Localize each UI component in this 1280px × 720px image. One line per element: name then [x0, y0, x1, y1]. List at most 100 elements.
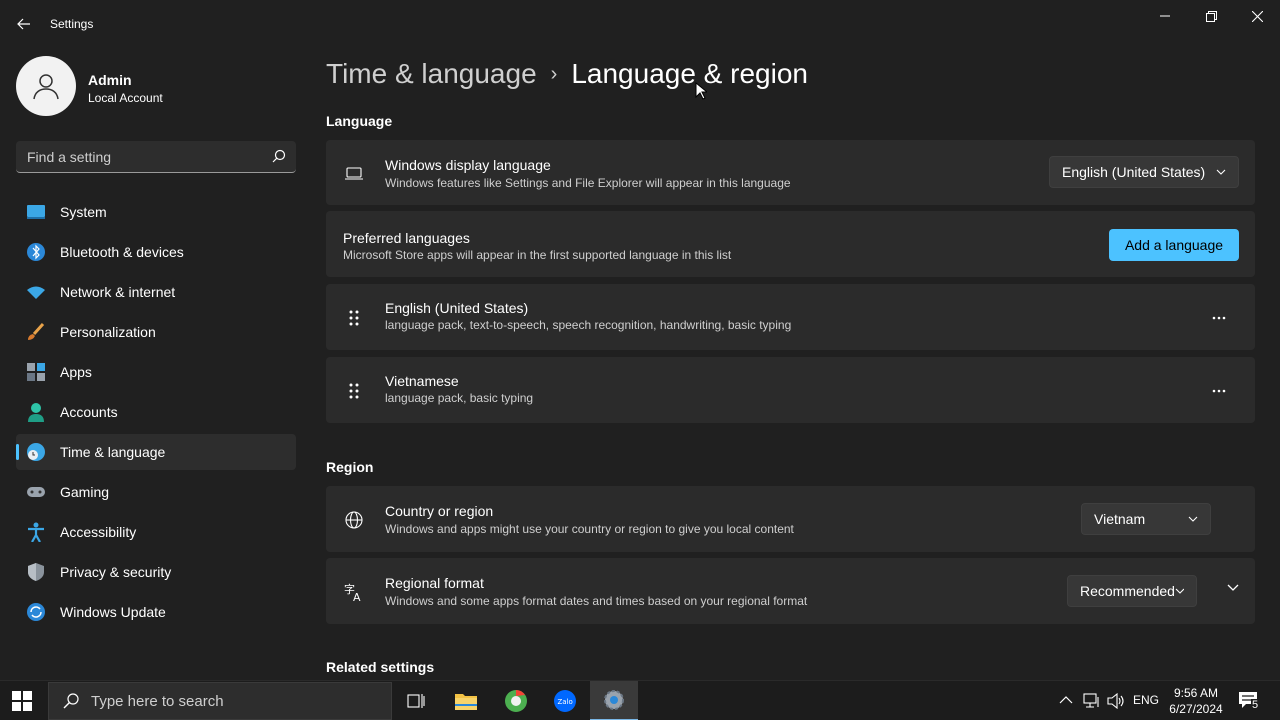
sidebar-item-label: Accessibility	[60, 524, 137, 540]
regional-format-dropdown[interactable]: Recommended	[1067, 575, 1197, 607]
network-icon[interactable]	[1083, 693, 1101, 709]
sidebar-item-accounts[interactable]: Accounts	[16, 394, 296, 430]
task-view-button[interactable]	[392, 681, 440, 720]
breadcrumb-parent[interactable]: Time & language	[326, 58, 537, 90]
restore-icon	[1205, 10, 1217, 22]
close-button[interactable]	[1234, 0, 1280, 32]
country-dropdown[interactable]: Vietnam	[1081, 503, 1211, 535]
sidebar-item-network[interactable]: Network & internet	[16, 274, 296, 310]
globe-icon	[344, 510, 364, 530]
sidebar-item-windows-update[interactable]: Windows Update	[16, 594, 296, 630]
notification-button[interactable]: 5	[1238, 691, 1262, 713]
more-options-icon[interactable]	[1203, 306, 1235, 330]
chevron-down-icon	[1216, 169, 1226, 175]
sidebar-item-apps[interactable]: Apps	[16, 354, 296, 390]
clock[interactable]: 9:56 AM 6/27/2024	[1166, 685, 1226, 717]
windows-start-icon[interactable]	[12, 691, 32, 711]
minimize-button[interactable]	[1142, 0, 1188, 32]
volume-icon[interactable]	[1107, 693, 1125, 709]
close-icon	[1251, 10, 1263, 22]
chevron-down-icon	[1175, 588, 1184, 594]
display-language-dropdown[interactable]: English (United States)	[1049, 156, 1239, 188]
sidebar-item-label: Gaming	[60, 484, 110, 500]
mouse-cursor-icon	[695, 82, 707, 100]
regional-format-card[interactable]: 字A Regional format Windows and some apps…	[326, 558, 1255, 624]
section-title-region: Region	[326, 459, 374, 475]
svg-text:Zalo: Zalo	[558, 698, 573, 706]
display-language-card: Windows display language Windows feature…	[326, 140, 1255, 205]
taskbar: Type here to search Zalo ENG 9:56 AM 6/2…	[0, 680, 1280, 720]
drag-handle-icon[interactable]	[346, 306, 362, 330]
settings-taskbar-button[interactable]	[590, 681, 638, 720]
avatar	[16, 56, 76, 116]
profile-card[interactable]: Admin Local Account	[16, 56, 296, 118]
language-name: Vietnamese	[385, 373, 459, 389]
arrow-left-icon	[17, 18, 30, 30]
expand-chevron-icon[interactable]	[1227, 584, 1239, 591]
add-language-button[interactable]: Add a language	[1109, 229, 1239, 261]
language-row[interactable]: English (United States) language pack, t…	[326, 284, 1255, 350]
zalo-button[interactable]: Zalo	[541, 681, 589, 720]
card-title: Country or region	[385, 503, 494, 519]
browser-button[interactable]	[492, 681, 540, 720]
wifi-icon	[26, 282, 46, 302]
bluetooth-icon	[26, 242, 46, 262]
sidebar-item-time-language[interactable]: Time & language	[16, 434, 296, 470]
search-placeholder: Find a setting	[27, 149, 112, 165]
sidebar-item-label: Bluetooth & devices	[60, 244, 184, 260]
settings-gear-icon	[604, 690, 624, 710]
sidebar-item-label: Privacy & security	[60, 564, 172, 580]
sidebar-item-personalization[interactable]: Personalization	[16, 314, 296, 350]
tray-chevron-up-icon[interactable]	[1059, 695, 1073, 705]
regional-format-icon: 字A	[344, 582, 364, 602]
card-title: Regional format	[385, 575, 484, 591]
more-options-icon[interactable]	[1203, 379, 1235, 403]
sidebar-item-label: Accounts	[60, 404, 118, 420]
accessibility-icon	[26, 522, 46, 542]
language-features: language pack, basic typing	[385, 391, 534, 405]
card-title: Windows display language	[385, 157, 551, 173]
search-icon	[272, 149, 286, 163]
language-features: language pack, text-to-speech, speech re…	[385, 318, 792, 332]
brush-icon	[26, 322, 46, 342]
task-view-icon	[407, 694, 425, 708]
taskbar-search-input[interactable]: Type here to search	[48, 682, 392, 720]
section-title-language: Language	[326, 113, 393, 129]
sidebar-item-bluetooth[interactable]: Bluetooth & devices	[16, 234, 296, 270]
back-button[interactable]	[12, 12, 36, 36]
person-icon	[33, 74, 59, 100]
zalo-icon: Zalo	[554, 690, 576, 712]
file-explorer-button[interactable]	[442, 681, 490, 720]
page-title: Language & region	[571, 58, 808, 89]
restore-button[interactable]	[1188, 0, 1234, 32]
preferred-languages-card: Preferred languages Microsoft Store apps…	[326, 211, 1255, 277]
sidebar-item-gaming[interactable]: Gaming	[16, 474, 296, 510]
input-language-indicator[interactable]: ENG	[1133, 693, 1159, 707]
chevron-down-icon	[1188, 516, 1198, 522]
file-explorer-icon	[455, 694, 477, 710]
card-description: Windows and apps might use your country …	[385, 522, 794, 536]
person-icon	[26, 402, 46, 422]
sidebar-item-system[interactable]: System	[16, 194, 296, 230]
language-row[interactable]: Vietnamese language pack, basic typing	[326, 357, 1255, 423]
drag-handle-icon[interactable]	[346, 379, 362, 403]
laptop-icon	[344, 164, 364, 184]
sidebar-item-label: Windows Update	[60, 604, 166, 620]
gamepad-icon	[26, 482, 46, 502]
sidebar-item-accessibility[interactable]: Accessibility	[16, 514, 296, 550]
clock-date: 6/27/2024	[1169, 702, 1223, 716]
card-title: Preferred languages	[343, 230, 470, 246]
search-input[interactable]: Find a setting	[16, 141, 296, 173]
shield-icon	[26, 562, 46, 582]
dropdown-value: Vietnam	[1094, 511, 1146, 527]
search-icon	[63, 693, 79, 709]
sidebar-item-privacy[interactable]: Privacy & security	[16, 554, 296, 590]
dropdown-value: English (United States)	[1062, 164, 1206, 180]
dropdown-value: Recommended	[1080, 583, 1175, 599]
sidebar-item-label: System	[60, 204, 107, 220]
clock-globe-icon	[26, 442, 46, 462]
app-title: Settings	[50, 17, 94, 31]
card-description: Windows features like Settings and File …	[385, 176, 791, 190]
taskbar-search-placeholder: Type here to search	[91, 692, 224, 710]
card-description: Windows and some apps format dates and t…	[385, 594, 808, 608]
